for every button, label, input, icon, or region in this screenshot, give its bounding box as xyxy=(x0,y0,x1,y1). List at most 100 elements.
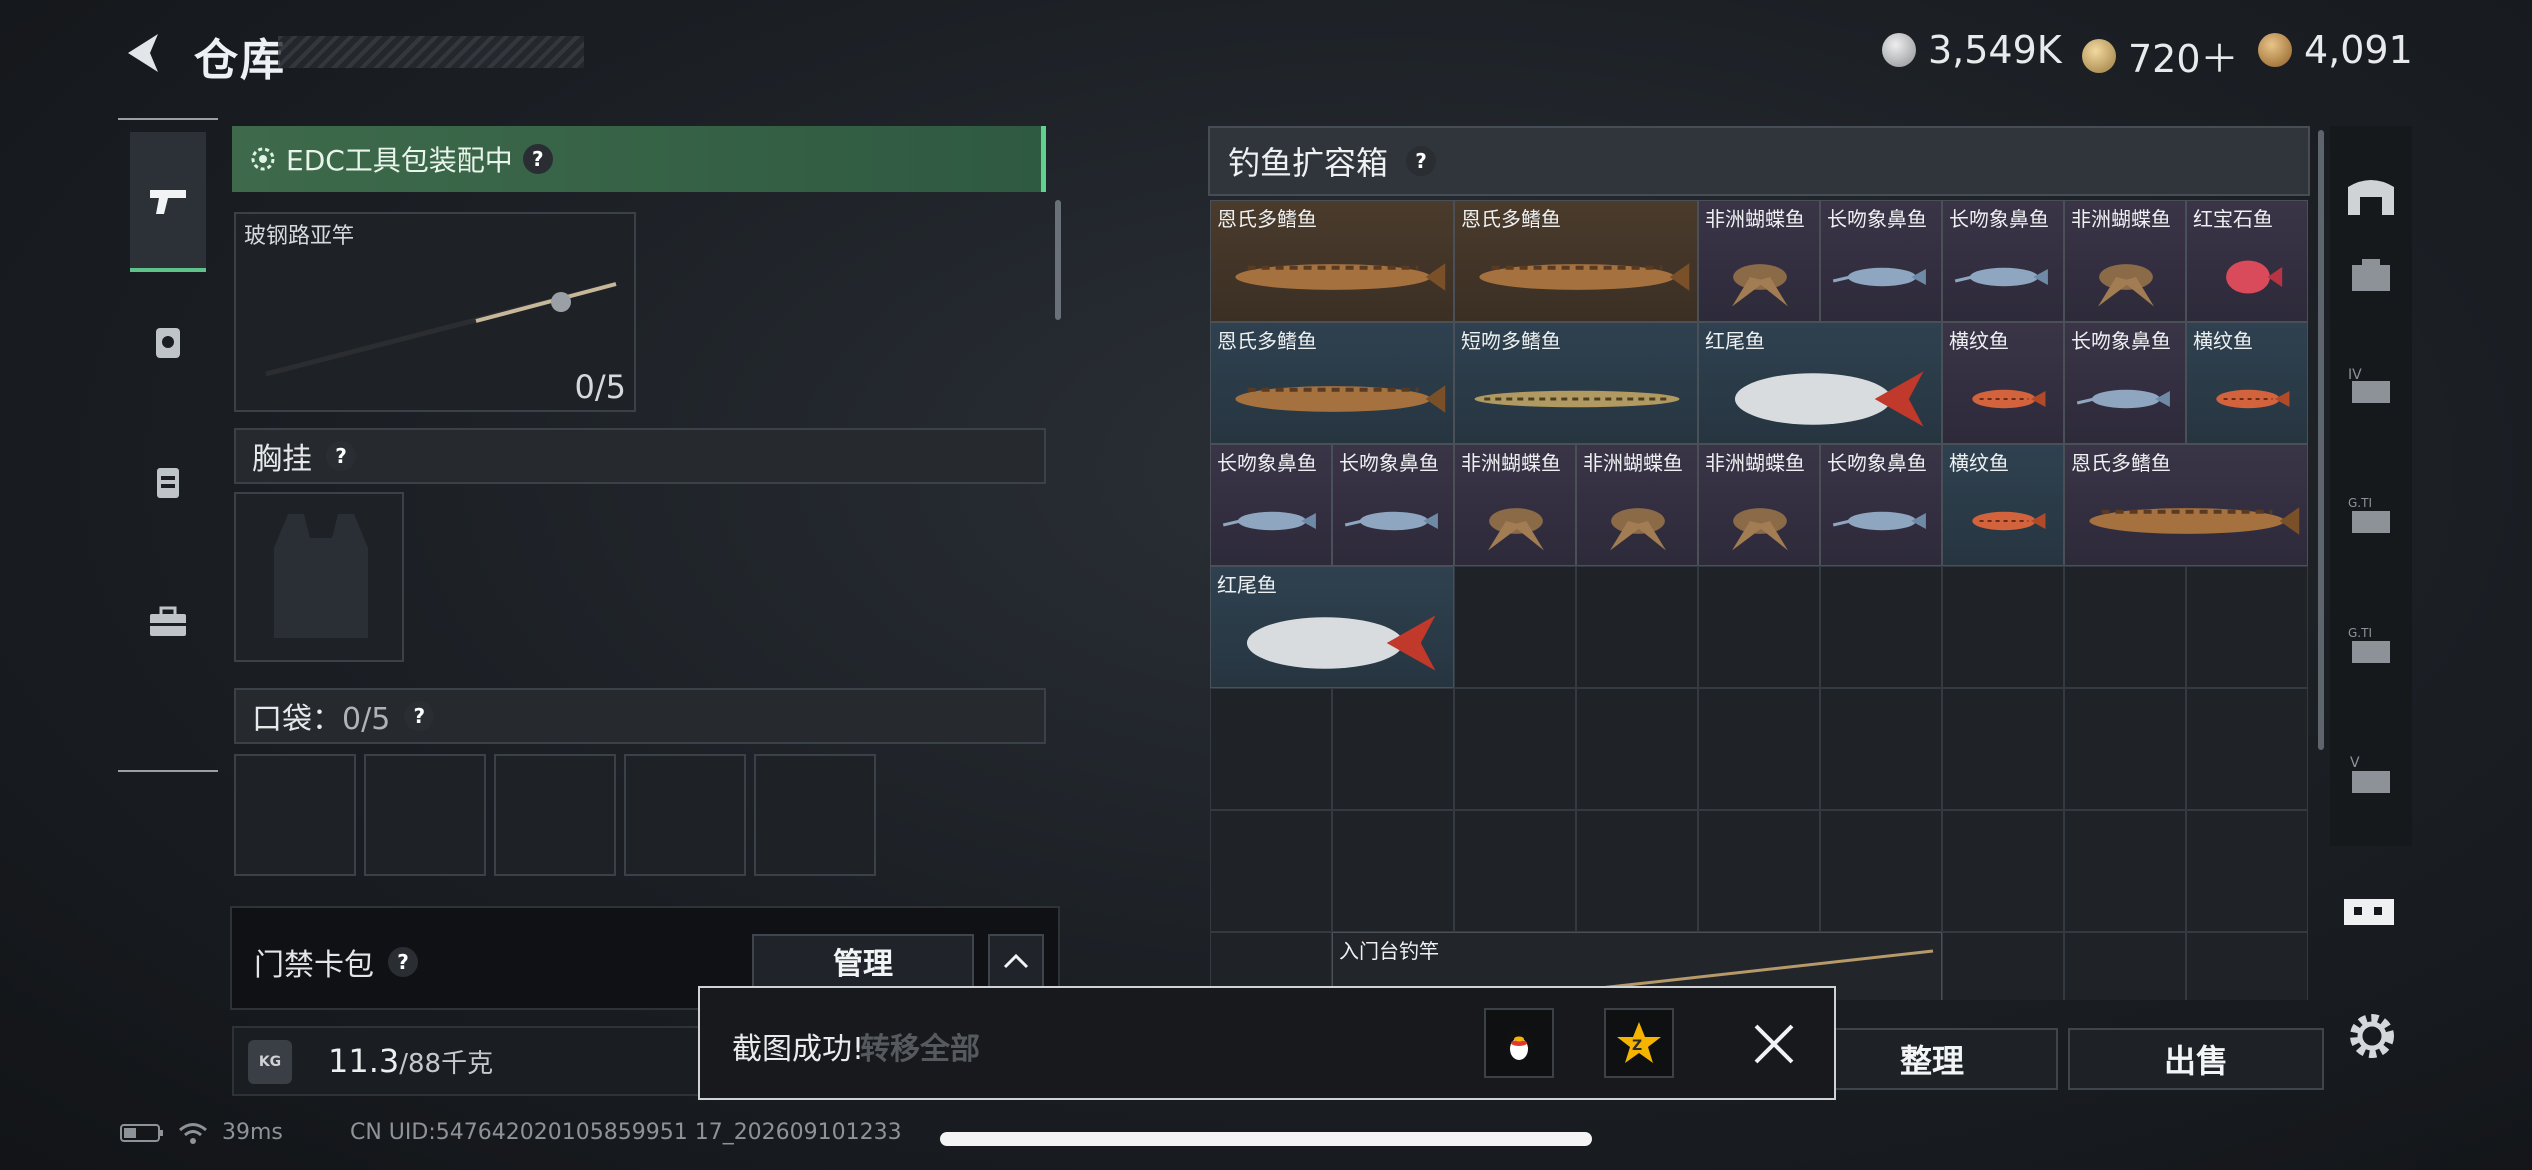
help-icon[interactable]: ? xyxy=(388,947,418,977)
empty-cell[interactable] xyxy=(1576,688,1698,810)
empty-cell[interactable] xyxy=(2186,810,2308,932)
fish-item[interactable]: 非洲蝴蝶鱼 xyxy=(2064,200,2186,322)
edc-status-bar[interactable]: EDC工具包装配中 ? xyxy=(232,126,1046,192)
filter-container-gti-1[interactable]: G.TI xyxy=(2340,486,2402,546)
fish-item[interactable]: 红宝石鱼 xyxy=(2186,200,2308,322)
empty-cell[interactable] xyxy=(1698,566,1820,688)
fish-item[interactable]: 非洲蝴蝶鱼 xyxy=(1576,444,1698,566)
fish-item[interactable]: 非洲蝴蝶鱼 xyxy=(1698,200,1820,322)
filter-container-1[interactable] xyxy=(2340,246,2402,306)
butterfly-fish-icon xyxy=(1488,508,1544,551)
currency-gold[interactable]: 4,091 xyxy=(2258,28,2413,72)
fish-item[interactable]: 恩氏多鳍鱼 xyxy=(2064,444,2308,566)
pocket-slot[interactable] xyxy=(234,754,356,876)
category-armor[interactable] xyxy=(130,272,206,412)
empty-cell[interactable] xyxy=(1820,810,1942,932)
pocket-slot[interactable] xyxy=(624,754,746,876)
empty-cell[interactable] xyxy=(2186,932,2308,1000)
empty-cell[interactable] xyxy=(1210,688,1332,810)
fish-item[interactable]: 长吻象鼻鱼 xyxy=(1820,200,1942,322)
backpack-icon xyxy=(157,468,179,498)
filter-container-4[interactable]: IV xyxy=(2340,356,2402,416)
fish-item[interactable]: 横纹鱼 xyxy=(1942,322,2064,444)
fish-item[interactable]: 长吻象鼻鱼 xyxy=(1210,444,1332,566)
fish-item[interactable]: 非洲蝴蝶鱼 xyxy=(1454,444,1576,566)
share-qzone-button[interactable]: Z xyxy=(1604,1008,1674,1078)
category-weapons[interactable] xyxy=(130,132,206,272)
sort-button[interactable]: 整理 xyxy=(1806,1028,2058,1090)
fish-item[interactable]: 非洲蝴蝶鱼 xyxy=(1698,444,1820,566)
fish-item[interactable]: 红尾鱼 xyxy=(1698,322,1942,444)
currency-bond-value: 720＋ xyxy=(2128,37,2239,81)
filter-fishing-box[interactable] xyxy=(2338,880,2400,940)
empty-cell[interactable] xyxy=(2064,566,2186,688)
fish-item[interactable]: 长吻象鼻鱼 xyxy=(1332,444,1454,566)
help-icon[interactable]: ? xyxy=(1406,146,1437,176)
empty-cell[interactable] xyxy=(2064,688,2186,810)
empty-cell[interactable] xyxy=(1332,810,1454,932)
chest-rig-slot[interactable] xyxy=(234,492,404,662)
manage-button[interactable]: 管理 xyxy=(752,934,974,988)
empty-cell[interactable] xyxy=(1576,810,1698,932)
empty-cell[interactable] xyxy=(2186,566,2308,688)
help-icon[interactable]: ? xyxy=(522,144,553,174)
empty-cell[interactable] xyxy=(2064,932,2186,1000)
fish-item[interactable]: 红尾鱼 xyxy=(1210,566,1454,688)
fish-item[interactable]: 恩氏多鳍鱼 xyxy=(1210,200,1454,322)
filter-container-v[interactable]: V xyxy=(2340,746,2402,806)
filter-container-gti-2[interactable]: G.TI xyxy=(2340,616,2402,676)
battery-icon xyxy=(120,1123,163,1142)
fish-item[interactable]: 长吻象鼻鱼 xyxy=(1820,444,1942,566)
ruby-fish-icon xyxy=(2226,260,2283,294)
fish-item[interactable]: 恩氏多鳍鱼 xyxy=(1210,322,1454,444)
empty-cell[interactable] xyxy=(1698,810,1820,932)
empty-cell[interactable] xyxy=(1454,566,1576,688)
home-indicator[interactable] xyxy=(940,1132,1592,1146)
fish-item[interactable]: 横纹鱼 xyxy=(1942,444,2064,566)
pocket-slot[interactable] xyxy=(754,754,876,876)
category-toolbox[interactable] xyxy=(130,552,206,692)
loadout-scrollbar[interactable] xyxy=(1055,200,1061,320)
close-icon[interactable] xyxy=(1750,1020,1798,1068)
empty-cell[interactable] xyxy=(1454,688,1576,810)
currency-bond[interactable]: 720＋ xyxy=(2082,28,2239,83)
screenshot-toast: 转移全部 截图成功! Z xyxy=(698,986,1836,1100)
help-icon[interactable]: ? xyxy=(326,441,356,471)
fish-item-label: 非洲蝴蝶鱼 xyxy=(1705,207,1805,231)
settings-gear-icon[interactable] xyxy=(2344,1008,2400,1064)
category-backpack[interactable] xyxy=(130,412,206,552)
pocket-slot[interactable] xyxy=(364,754,486,876)
empty-cell[interactable] xyxy=(1942,566,2064,688)
fish-item[interactable]: 短吻多鳍鱼 xyxy=(1454,322,1698,444)
fish-item[interactable]: 长吻象鼻鱼 xyxy=(2064,322,2186,444)
fishing-rod-slot[interactable]: 玻钢路亚竿 0/5 xyxy=(234,212,636,412)
empty-cell[interactable] xyxy=(1942,688,2064,810)
fish-item[interactable]: 横纹鱼 xyxy=(2186,322,2308,444)
transfer-all-button[interactable]: 转移全部 xyxy=(860,1024,980,1068)
empty-cell[interactable] xyxy=(1820,566,1942,688)
empty-cell[interactable] xyxy=(1454,810,1576,932)
empty-cell[interactable] xyxy=(1210,810,1332,932)
sell-button[interactable]: 出售 xyxy=(2068,1028,2324,1090)
filter-all[interactable] xyxy=(2340,166,2402,226)
fish-item[interactable]: 恩氏多鳍鱼 xyxy=(1454,200,1698,322)
container-scrollbar[interactable] xyxy=(2318,130,2324,750)
elephant-fish-icon xyxy=(2076,389,2170,409)
help-icon[interactable]: ? xyxy=(404,701,435,731)
collapse-button[interactable] xyxy=(988,934,1044,988)
empty-cell[interactable] xyxy=(2064,810,2186,932)
back-arrow-icon[interactable] xyxy=(118,28,168,78)
pocket-slot[interactable] xyxy=(494,754,616,876)
empty-cell[interactable] xyxy=(1332,688,1454,810)
currency-silver[interactable]: 3,549K xyxy=(1882,28,2062,72)
empty-cell[interactable] xyxy=(1576,566,1698,688)
share-qq-button[interactable] xyxy=(1484,1008,1554,1078)
empty-cell[interactable] xyxy=(2186,688,2308,810)
svg-text:G.TI: G.TI xyxy=(2348,626,2372,640)
fish-item[interactable]: 长吻象鼻鱼 xyxy=(1942,200,2064,322)
empty-cell[interactable] xyxy=(1942,810,2064,932)
empty-cell[interactable] xyxy=(1698,688,1820,810)
empty-cell[interactable] xyxy=(1942,932,2064,1000)
empty-cell[interactable] xyxy=(1820,688,1942,810)
pocket-count: 0/5 xyxy=(342,702,391,737)
